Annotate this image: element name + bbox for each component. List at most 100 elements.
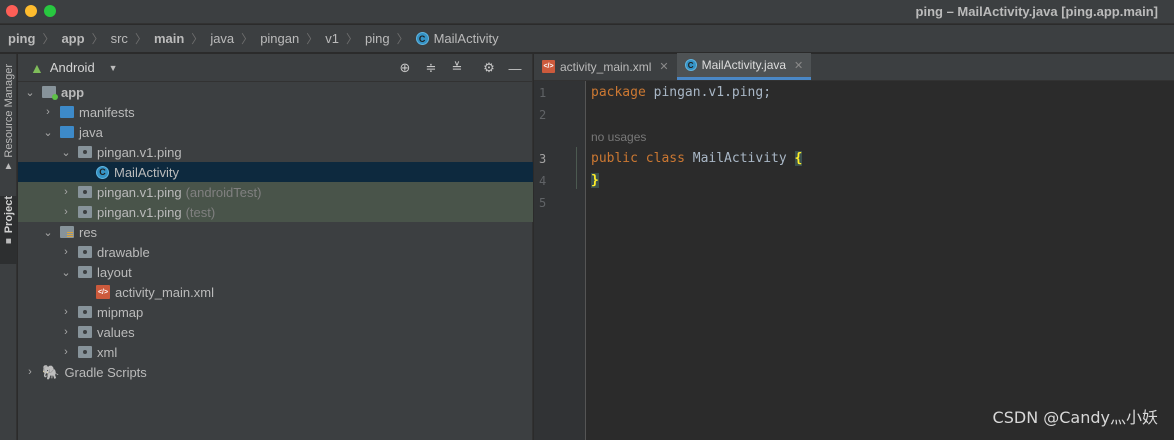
resource-manager-icon: ▲: [3, 160, 14, 172]
tree-item-mipmap[interactable]: › mipmap: [18, 302, 533, 322]
breadcrumb-separator: 〉: [241, 32, 254, 46]
project-panel-header: ▲ Android ▼ ⊕ ≑ ≚ ⚙ —: [18, 54, 532, 82]
breadcrumb-item-java[interactable]: java: [210, 31, 234, 46]
chevron-right-icon[interactable]: ›: [24, 366, 36, 378]
close-window-button[interactable]: [6, 5, 18, 17]
package-icon: [78, 206, 92, 218]
tree-item-package-main[interactable]: ⌄ pingan.v1.ping: [18, 142, 533, 162]
editor: </> activity_main.xml ✕ C MailActivity.j…: [534, 53, 1174, 440]
tree-item-label: pingan.v1.ping: [97, 184, 182, 200]
chevron-down-icon[interactable]: ⌄: [42, 126, 54, 139]
chevron-down-icon[interactable]: ⌄: [60, 146, 72, 159]
locate-file-icon[interactable]: ⊕: [396, 59, 414, 77]
code-line-3: public class MailActivity {: [591, 151, 803, 166]
tree-item-suffix: (androidTest): [185, 184, 262, 200]
breadcrumb-item-pingan[interactable]: pingan: [260, 31, 299, 46]
tree-item-res[interactable]: ⌄ res: [18, 222, 533, 242]
watermark: CSDN @Candy灬小妖: [992, 408, 1158, 427]
xml-file-icon: </>: [542, 60, 555, 73]
breadcrumb-item-v1[interactable]: v1: [325, 31, 339, 46]
tree-item-app[interactable]: ⌄ app: [18, 82, 533, 102]
tab-mailactivity-java[interactable]: C MailActivity.java ✕: [676, 53, 812, 80]
chevron-right-icon[interactable]: ›: [42, 106, 54, 118]
breadcrumb-item-app[interactable]: app: [61, 31, 84, 46]
chevron-down-icon[interactable]: ⌄: [60, 266, 72, 279]
breadcrumb-separator: 〉: [306, 32, 319, 46]
tree-item-suffix: (test): [185, 204, 216, 220]
tree-item-values[interactable]: › values: [18, 322, 533, 342]
code-line-1: package pingan.v1.ping;: [591, 85, 771, 100]
chevron-right-icon[interactable]: ›: [60, 326, 72, 338]
chevron-right-icon[interactable]: ›: [60, 246, 72, 258]
chevron-down-icon[interactable]: ⌄: [24, 86, 36, 99]
breadcrumb-item-ping[interactable]: ping: [8, 31, 35, 46]
class-icon: C: [684, 59, 697, 71]
tree-item-package-androidtest[interactable]: › pingan.v1.ping (androidTest): [18, 182, 533, 202]
tree-item-label: drawable: [97, 244, 150, 260]
collapse-all-icon[interactable]: ≚: [448, 59, 466, 77]
tree-item-label: activity_main.xml: [115, 284, 214, 300]
line-number: 3: [539, 152, 547, 166]
breadcrumb-item-src[interactable]: src: [111, 31, 128, 46]
module-folder-icon: [42, 86, 58, 100]
tree-item-label: app: [61, 84, 85, 100]
project-tool-button[interactable]: Project ■: [0, 196, 17, 264]
class-icon: C: [415, 32, 429, 45]
chevron-down-icon: ▼: [108, 62, 118, 73]
project-view-label: Android: [49, 60, 95, 75]
project-tool-label: Project: [2, 196, 15, 234]
folder-icon: ■: [5, 236, 12, 248]
package-icon: [78, 186, 92, 198]
tree-item-xml[interactable]: › xml: [18, 342, 533, 362]
package-icon: [78, 246, 92, 258]
tree-item-label: pingan.v1.ping: [97, 204, 182, 220]
line-number: 4: [539, 174, 547, 188]
brace-match-indicator: [576, 147, 577, 189]
chevron-right-icon[interactable]: ›: [60, 206, 72, 218]
tree-item-layout[interactable]: ⌄ layout: [18, 262, 533, 282]
chevron-right-icon[interactable]: ›: [60, 346, 72, 358]
tree-item-activity-main-xml[interactable]: › </> activity_main.xml: [18, 282, 533, 302]
minimize-window-button[interactable]: [25, 5, 37, 17]
xml-file-icon: </>: [96, 285, 110, 299]
tree-item-label: res: [79, 224, 98, 240]
package-icon: [78, 266, 92, 278]
breadcrumb-separator: 〉: [91, 32, 104, 46]
chevron-right-icon[interactable]: ›: [60, 186, 72, 198]
package-icon: [78, 346, 92, 358]
resource-manager-tool-button[interactable]: Resource Manager ▲: [0, 64, 17, 188]
title-bar: ping – MailActivity.java [ping.app.main]: [0, 0, 1174, 24]
tree-item-drawable[interactable]: › drawable: [18, 242, 533, 262]
expand-all-icon[interactable]: ≑: [422, 59, 440, 77]
line-number-gutter: 1 2 3 4 5: [534, 81, 586, 440]
tree-item-label: java: [79, 124, 103, 140]
tree-item-label: pingan.v1.ping: [97, 144, 182, 160]
tab-activity-main-xml[interactable]: </> activity_main.xml ✕: [534, 53, 677, 80]
code-line-4: }: [591, 173, 599, 188]
line-number: 2: [539, 108, 547, 122]
close-icon[interactable]: ✕: [659, 60, 668, 73]
tree-item-package-test[interactable]: › pingan.v1.ping (test): [18, 202, 533, 222]
window-title: ping – MailActivity.java [ping.app.main]: [915, 4, 1158, 19]
tree-item-label: values: [97, 324, 135, 340]
zoom-window-button[interactable]: [44, 5, 56, 17]
breadcrumb: ping 〉 app 〉 src 〉 main 〉 java 〉 pingan …: [0, 25, 1174, 53]
tree-item-mailactivity[interactable]: › C MailActivity: [18, 162, 533, 182]
tree-item-manifests[interactable]: › manifests: [18, 102, 533, 122]
tab-label: MailActivity.java: [701, 58, 787, 72]
breadcrumb-separator: 〉: [134, 32, 147, 46]
hide-panel-icon[interactable]: —: [506, 59, 524, 77]
close-icon[interactable]: ✕: [794, 59, 803, 72]
chevron-right-icon[interactable]: ›: [60, 306, 72, 318]
chevron-down-icon[interactable]: ⌄: [42, 226, 54, 239]
tree-item-gradle-scripts[interactable]: › 🐘 Gradle Scripts: [18, 362, 533, 382]
breadcrumb-item-main[interactable]: main: [154, 31, 184, 46]
tree-item-java[interactable]: ⌄ java: [18, 122, 533, 142]
project-view-dropdown[interactable]: ▲ Android ▼: [30, 60, 118, 76]
breadcrumb-item-mailactivity[interactable]: C MailActivity: [415, 31, 499, 46]
usages-inlay-hint[interactable]: no usages: [591, 130, 646, 144]
panel-toolbar: ⊕ ≑ ≚ ⚙ —: [388, 59, 524, 77]
resources-folder-icon: [60, 226, 74, 238]
breadcrumb-item-ping-package[interactable]: ping: [365, 31, 390, 46]
gear-icon[interactable]: ⚙: [480, 59, 498, 77]
